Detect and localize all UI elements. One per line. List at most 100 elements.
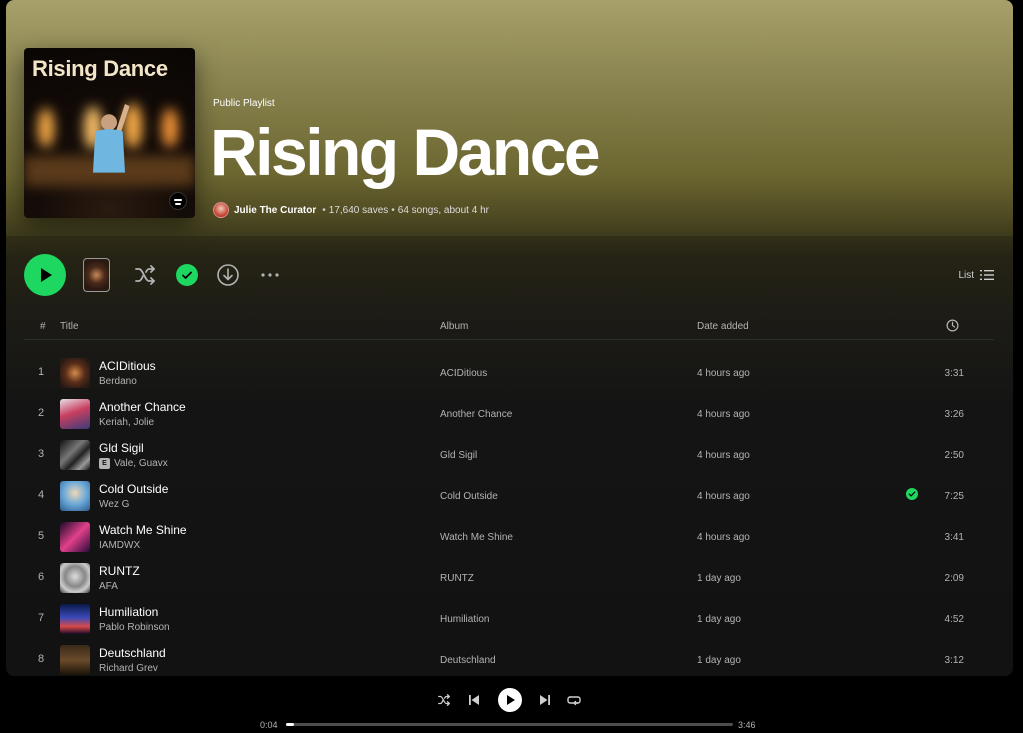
track-row[interactable]: 8 Deutschland Richard Grev Deutschland 1… (24, 639, 994, 676)
shuffle-icon (438, 694, 450, 706)
play-icon (41, 268, 52, 282)
track-number: 5 (37, 530, 45, 542)
track-artwork (60, 358, 90, 388)
track-title[interactable]: RUNTZ (99, 564, 140, 578)
track-album[interactable]: Watch Me Shine (440, 532, 513, 543)
explicit-badge: E (99, 458, 110, 469)
playlist-type: Public Playlist (213, 98, 275, 109)
playlist-preview-button[interactable] (83, 258, 110, 292)
shuffle-button[interactable] (132, 262, 158, 288)
progress-bar[interactable] (286, 723, 733, 726)
next-button[interactable] (537, 692, 553, 708)
track-title[interactable]: Humiliation (99, 605, 158, 619)
spotify-logo-icon (169, 192, 187, 210)
track-row[interactable]: 3 Gld Sigil E Vale, Guavx Gld Sigil 4 hou… (24, 434, 994, 474)
total-time: 3:46 (738, 720, 756, 730)
track-artist[interactable]: Richard Grev (99, 663, 158, 674)
previous-button[interactable] (466, 692, 482, 708)
track-date-added: 1 day ago (697, 655, 741, 666)
saved-button[interactable] (174, 262, 200, 288)
track-number: 1 (37, 366, 45, 378)
owner-link[interactable]: Julie The Curator (234, 205, 316, 216)
playback-bar: 0:04 3:46 (0, 676, 1023, 733)
track-artist[interactable]: Vale, Guavx (114, 458, 168, 469)
track-artist[interactable]: Wez G (99, 499, 129, 510)
page-title: Rising Dance (210, 115, 601, 189)
check-icon (176, 264, 198, 286)
column-number: # (40, 321, 46, 332)
track-row[interactable]: 1 ACIDitious Berdano ACIDitious 4 hours … (24, 352, 994, 392)
track-artist[interactable]: Pablo Robinson (99, 622, 170, 633)
track-artist[interactable]: AFA (99, 581, 118, 592)
track-title[interactable]: Gld Sigil (99, 441, 144, 455)
track-row[interactable]: 6 RUNTZ AFA RUNTZ 1 day ago 2:09 (24, 557, 994, 597)
track-row[interactable]: 7 Humiliation Pablo Robinson Humiliation… (24, 598, 994, 638)
track-album[interactable]: Gld Sigil (440, 450, 477, 461)
skip-back-icon (469, 695, 479, 705)
track-artist[interactable]: Keriah, Jolie (99, 417, 154, 428)
column-album[interactable]: Album (440, 321, 468, 332)
track-row[interactable]: 2 Another Chance Keriah, Jolie Another C… (24, 393, 994, 433)
track-date-added: 4 hours ago (697, 409, 750, 420)
action-bar: List (24, 254, 994, 296)
track-title[interactable]: ACIDitious (99, 359, 156, 373)
track-date-added: 1 day ago (697, 573, 741, 584)
avatar[interactable] (213, 202, 229, 218)
track-row[interactable]: 5 Watch Me Shine IAMDWX Watch Me Shine 4… (24, 516, 994, 556)
progress-fill (286, 723, 295, 726)
play-icon (507, 695, 515, 705)
clock-icon (946, 319, 959, 332)
view-toggle[interactable]: List (958, 268, 994, 282)
track-album[interactable]: Humiliation (440, 614, 489, 625)
track-album[interactable]: Another Chance (440, 409, 512, 420)
track-number: 6 (37, 571, 45, 583)
track-duration: 3:26 (944, 409, 964, 420)
column-title[interactable]: Title (60, 321, 79, 332)
download-button[interactable] (215, 262, 241, 288)
track-number: 7 (37, 612, 45, 624)
track-duration: 3:31 (944, 368, 964, 379)
track-album[interactable]: Deutschland (440, 655, 496, 666)
track-number: 2 (37, 407, 45, 419)
more-icon (261, 273, 279, 277)
skip-forward-icon (540, 695, 550, 705)
track-number: 3 (37, 448, 45, 460)
track-artwork (60, 522, 90, 552)
track-row[interactable]: 4 Cold Outside Wez G Cold Outside 4 hour… (24, 475, 994, 515)
track-title[interactable]: Deutschland (99, 646, 166, 660)
track-title[interactable]: Another Chance (99, 400, 186, 414)
track-album[interactable]: RUNTZ (440, 573, 474, 584)
track-artwork (60, 440, 90, 470)
shuffle-icon (135, 265, 155, 285)
repeat-icon (567, 696, 581, 706)
playlist-meta: Julie The Curator • 17,640 saves • 64 so… (213, 200, 489, 220)
track-artwork (60, 481, 90, 511)
track-album[interactable]: Cold Outside (440, 491, 498, 502)
playlist-view: Rising Dance Public Playlist Rising Danc… (6, 0, 1013, 676)
more-options-button[interactable] (257, 262, 283, 288)
track-title[interactable]: Cold Outside (99, 482, 168, 496)
track-artist[interactable]: Berdano (99, 376, 137, 387)
saves-count: 17,640 saves (328, 204, 389, 216)
shuffle-button[interactable] (436, 692, 452, 708)
track-artist[interactable]: IAMDWX (99, 540, 140, 551)
playlist-cover[interactable]: Rising Dance (24, 48, 195, 218)
repeat-button[interactable] (566, 692, 582, 708)
track-duration: 3:41 (944, 532, 964, 543)
list-icon (980, 270, 994, 280)
track-date-added: 1 day ago (697, 614, 741, 625)
track-artwork (60, 399, 90, 429)
track-date-added: 4 hours ago (697, 450, 750, 461)
track-number: 4 (37, 489, 45, 501)
track-duration: 4:52 (944, 614, 964, 625)
track-title[interactable]: Watch Me Shine (99, 523, 187, 537)
play-button[interactable] (24, 254, 66, 296)
track-date-added: 4 hours ago (697, 368, 750, 379)
play-pause-button[interactable] (498, 688, 522, 712)
track-duration: 7:25 (944, 491, 964, 502)
dj-figure (93, 104, 130, 173)
playlist-stats: 64 songs, about 4 hr (397, 204, 489, 216)
column-date-added[interactable]: Date added (697, 321, 749, 332)
track-album[interactable]: ACIDitious (440, 368, 487, 379)
column-duration[interactable] (946, 319, 959, 335)
